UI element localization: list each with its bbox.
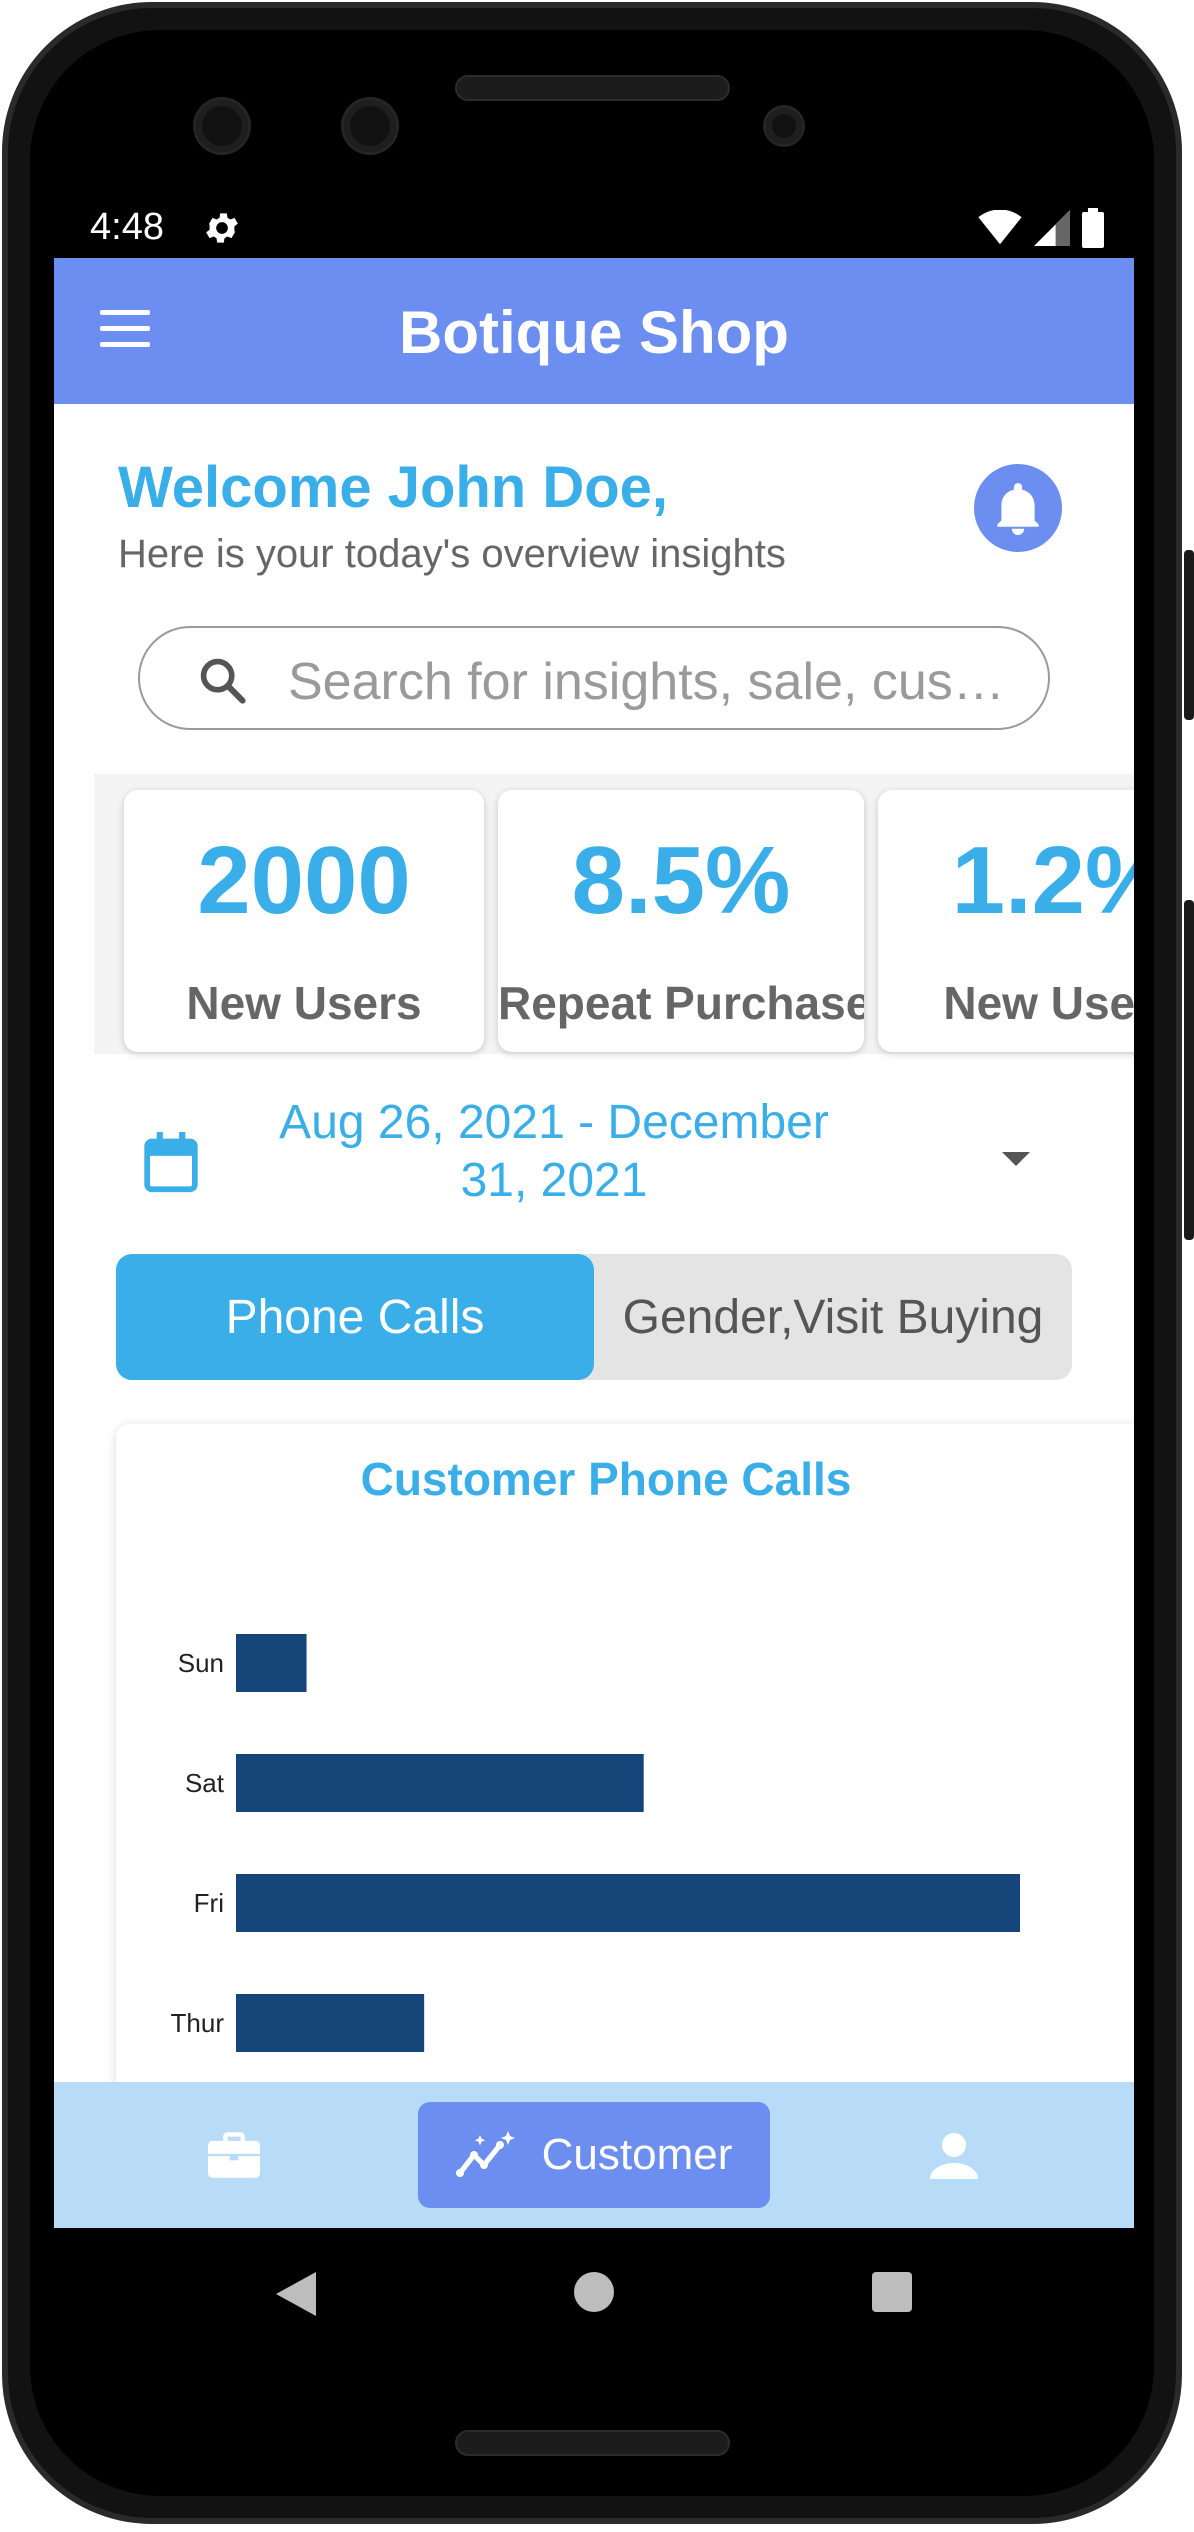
system-navigation-bar [54, 2228, 1134, 2355]
welcome-subtitle: Here is your today's overview insights [118, 532, 786, 576]
notifications-button[interactable] [974, 464, 1062, 552]
stat-card[interactable]: 2000 New Users [124, 790, 484, 1052]
date-range-picker[interactable]: Aug 26, 2021 - December 31, 2021 [54, 1094, 1134, 1234]
stat-value: 1.2% [951, 827, 1134, 934]
search-placeholder: Search for insights, sale, cus… [288, 653, 1005, 711]
tab-gender-visit-buying[interactable]: Gender,Visit Buying [594, 1254, 1072, 1380]
settings-gear-icon [206, 213, 238, 243]
status-bar: 4:48 [54, 196, 1134, 258]
stat-card[interactable]: 1.2% New Users [878, 790, 1134, 1052]
back-icon[interactable] [276, 2272, 316, 2316]
search-icon [200, 658, 246, 704]
nav-customer[interactable]: Customer [418, 2102, 770, 2208]
bottom-navigation: Customer [54, 2082, 1134, 2228]
home-icon[interactable] [574, 2272, 614, 2312]
front-camera-left [196, 100, 248, 152]
battery-icon [1082, 208, 1104, 248]
chart-title: Customer Phone Calls [360, 1453, 852, 1505]
nav-profile[interactable] [904, 2102, 1004, 2208]
wifi-icon [978, 210, 1022, 245]
stat-label: Repeat Purchase [498, 977, 864, 1029]
bar-fri [236, 1874, 1020, 1932]
category-label: Sun [178, 1648, 224, 1678]
category-label: Fri [194, 1888, 224, 1918]
tab-phone-calls[interactable]: Phone Calls [116, 1254, 594, 1380]
nav-customer-label: Customer [541, 2130, 733, 2179]
category-label: Thur [171, 2008, 225, 2038]
stat-card[interactable]: 8.5% Repeat Purchase [498, 790, 864, 1052]
top-speaker [455, 75, 730, 101]
app-bar: Botique Shop [54, 258, 1134, 404]
proximity-sensor [766, 108, 802, 144]
nav-briefcase[interactable] [184, 2102, 284, 2208]
stats-carousel[interactable]: 2000 New Users 8.5% Repeat Purchase 1.2%… [94, 774, 1134, 1054]
stat-label: New Users [186, 977, 422, 1029]
calendar-icon [144, 1132, 198, 1193]
chart-tab-switcher: Phone Calls Gender,Visit Buying [116, 1254, 1072, 1380]
bar-sun [236, 1634, 307, 1692]
front-camera-right [344, 100, 396, 152]
dropdown-arrow-icon [1002, 1152, 1030, 1166]
status-time: 4:48 [90, 206, 164, 248]
main-content: Welcome John Doe, Here is your today's o… [54, 404, 1134, 2082]
app-title: Botique Shop [399, 299, 789, 366]
insights-icon [455, 2131, 515, 2177]
stat-label: New Users [943, 977, 1134, 1029]
search-input[interactable]: Search for insights, sale, cus… [138, 626, 1050, 730]
date-range-label: Aug 26, 2021 - December 31, 2021 [279, 1096, 829, 1207]
chart-card: Customer Phone Calls Sun Sat Fri Thur [116, 1424, 1134, 2082]
volume-button [1184, 900, 1194, 1240]
recents-icon[interactable] [872, 2272, 912, 2312]
briefcase-icon [208, 2132, 260, 2178]
bottom-speaker [455, 2430, 730, 2456]
category-label: Sat [185, 1768, 225, 1798]
phone-screen: 4:48 Botique Shop Welcome John Doe, Here… [54, 196, 1134, 2355]
power-button [1184, 550, 1194, 720]
status-icons [978, 208, 1104, 248]
bar-sat [236, 1754, 644, 1812]
bar-thur [236, 1994, 425, 2052]
welcome-heading: Welcome John Doe, [118, 455, 669, 520]
cellular-signal-icon [1034, 210, 1070, 246]
stat-value: 2000 [197, 827, 411, 934]
person-icon [930, 2133, 978, 2179]
bar-chart: Sun Sat Fri Thur [171, 1634, 1020, 2052]
bell-icon [997, 483, 1039, 535]
stat-value: 8.5% [571, 827, 791, 934]
